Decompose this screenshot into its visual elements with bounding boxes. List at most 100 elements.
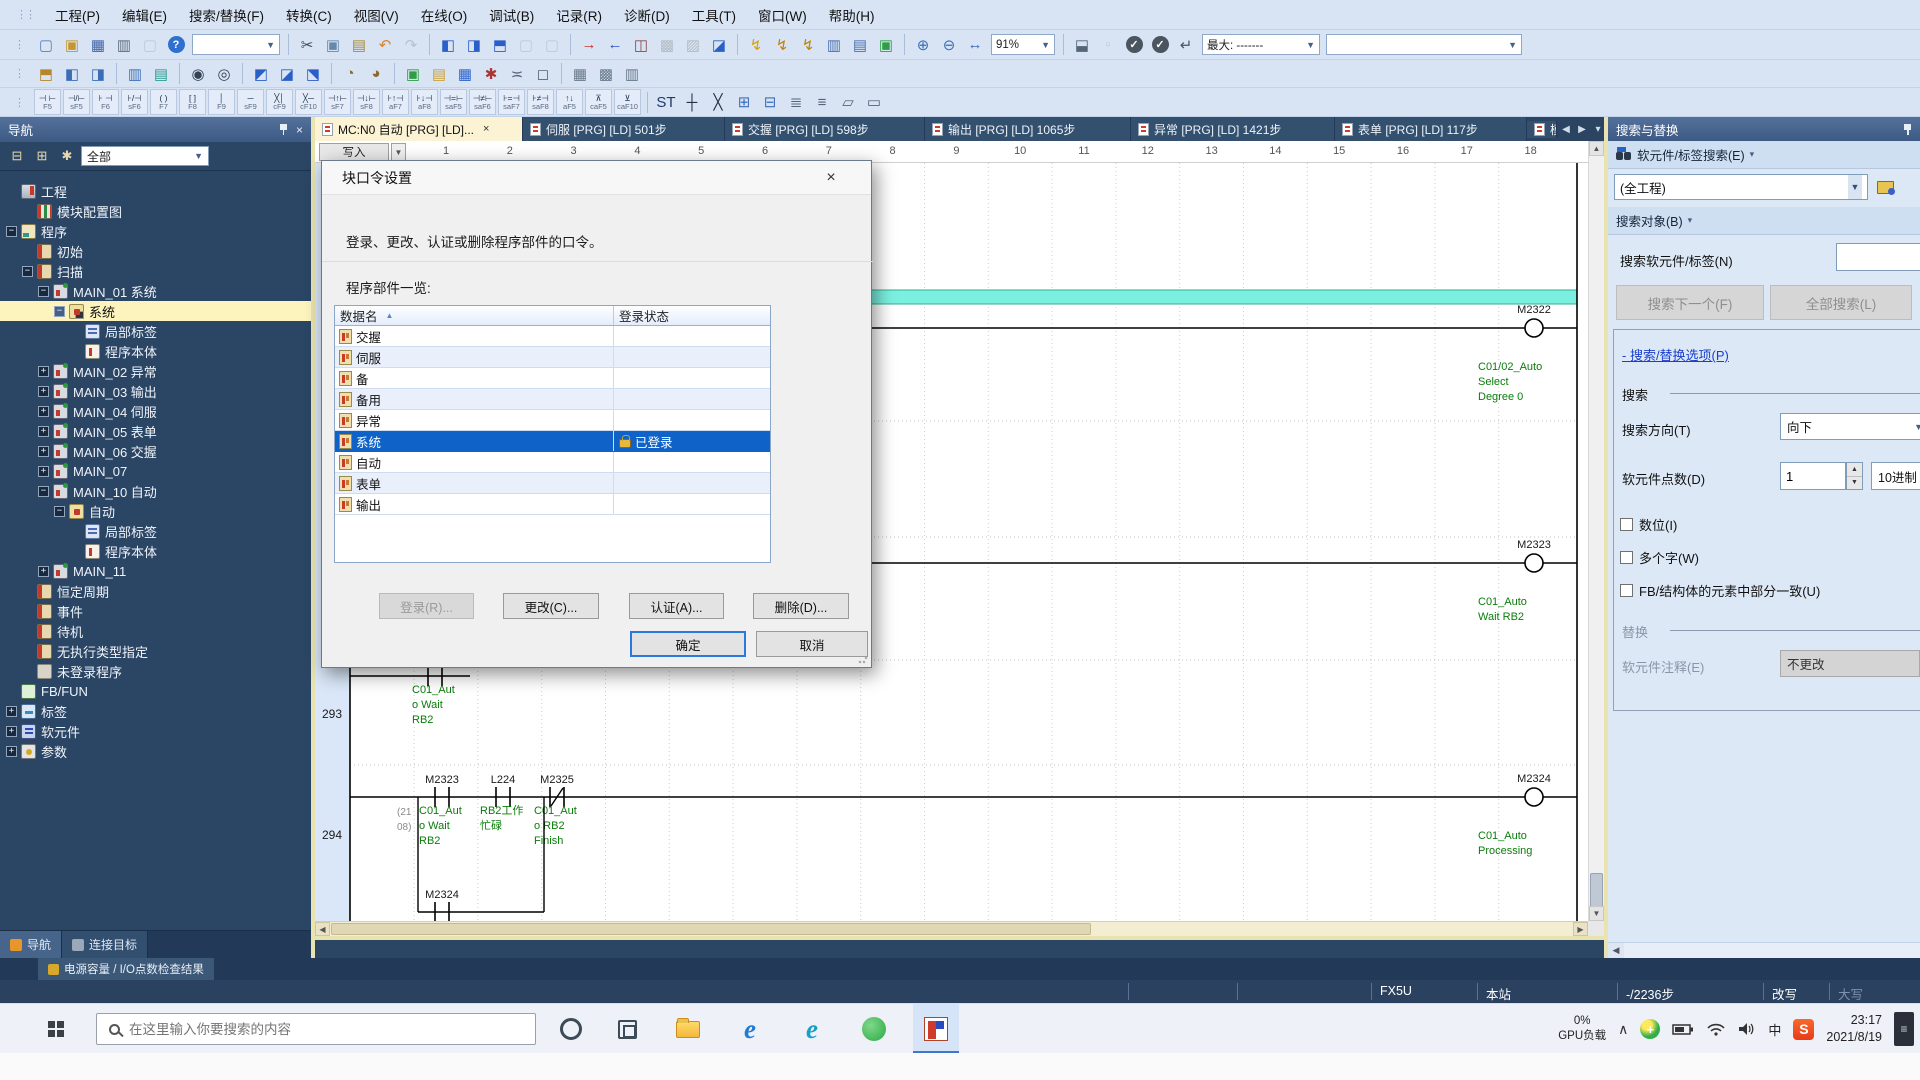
program-row-系统[interactable]: 系统已登录 — [335, 431, 770, 452]
taskbar-app-internet-explorer[interactable]: e — [727, 1004, 773, 1054]
scroll-left-icon[interactable]: ◀ — [315, 922, 330, 936]
read-from-plc-icon[interactable]: ← — [603, 33, 627, 57]
scale-icon[interactable]: ≍ — [505, 62, 529, 86]
menu-item-6[interactable]: 在线(O) — [410, 1, 479, 29]
direction-combo[interactable]: 向下▼ — [1780, 413, 1920, 440]
ladder-symbol-caF10[interactable]: ⊻caF10 — [614, 89, 641, 115]
grid-1-icon[interactable]: ▦ — [568, 62, 592, 86]
wifi-icon[interactable] — [1706, 1022, 1726, 1036]
statement-icon[interactable]: ≡ — [810, 90, 834, 114]
taskbar-app-file-explorer[interactable] — [665, 1004, 711, 1054]
check-program-icon[interactable]: ✓ — [1122, 33, 1146, 57]
device-display-3-icon[interactable]: ⬒ — [488, 33, 512, 57]
zoom-doc-icon[interactable]: ◻ — [531, 62, 555, 86]
plus-expander-icon[interactable]: + — [6, 726, 17, 737]
search-scope-combo[interactable]: (全工程)▼ — [1614, 174, 1868, 200]
comment-icon[interactable]: ≣ — [784, 90, 808, 114]
ladder-symbol-saF5[interactable]: ⊣=⊢saF5 — [440, 89, 467, 115]
search-mode-button[interactable]: 软元件/标签搜索(E)▾ — [1608, 141, 1920, 169]
monitor-2-icon[interactable]: ▨ — [681, 33, 705, 57]
tree-item-未登录程序[interactable]: 未登录程序 — [0, 661, 311, 681]
ladder-mode-combo[interactable]: 写入 — [319, 143, 389, 161]
tree-item-MAIN_07[interactable]: +MAIN_07 — [0, 461, 311, 481]
menu-item-12[interactable]: 帮助(H) — [818, 1, 886, 29]
menu-item-11[interactable]: 窗口(W) — [747, 1, 818, 29]
ladder-symbol-aF8[interactable]: ⊦↓⊣aF8 — [411, 89, 438, 115]
watch-stop-icon[interactable]: ◕ — [364, 62, 388, 86]
save-icon[interactable]: ▦ — [86, 33, 110, 57]
new-icon[interactable]: ▢ — [34, 33, 58, 57]
ladder-symbol-sF8[interactable]: ⊣↓⊢sF8 — [353, 89, 380, 115]
menu-item-1[interactable]: 工程(P) — [44, 1, 111, 29]
menu-item-8[interactable]: 记录(R) — [545, 1, 613, 29]
ladder-symbol-sF7[interactable]: ⊣↑⊢sF7 — [324, 89, 351, 115]
checkbox-icon[interactable] — [1620, 518, 1633, 531]
device-comment-icon[interactable]: ◩ — [249, 62, 273, 86]
write-to-plc-icon[interactable]: → — [577, 33, 601, 57]
tree-item-MAIN_06 交握[interactable]: +MAIN_06 交握 — [0, 441, 311, 461]
ladder-symbol-saF6[interactable]: ⊣≠⊢saF6 — [469, 89, 496, 115]
panel-horizontal-scrollbar[interactable]: ◀ — [1608, 942, 1920, 958]
close-tab-icon[interactable]: × — [483, 123, 489, 135]
tree-item-模块配置图[interactable]: 模块配置图 — [0, 201, 311, 221]
tab-overflow[interactable]: 模 — [1527, 121, 1557, 138]
print-icon[interactable]: ▥ — [112, 33, 136, 57]
delete-wire-icon[interactable]: ╳ — [706, 90, 730, 114]
ime-indicator[interactable]: 中 — [1768, 1020, 1781, 1039]
tree-item-标签[interactable]: +标签 — [0, 701, 311, 721]
cross-reference-icon[interactable]: ▥ — [123, 62, 147, 86]
note-icon[interactable]: ▱ — [836, 90, 860, 114]
plus-expander-icon[interactable]: + — [38, 386, 49, 397]
editor-tab-6[interactable]: 表单 [PRG] [LD] 117步 — [1335, 117, 1527, 141]
delete-button[interactable]: 删除(D)... — [753, 593, 849, 619]
minus-expander-icon[interactable]: − — [6, 226, 17, 237]
window-1-icon[interactable]: ▥ — [822, 33, 846, 57]
window-2-icon[interactable]: ▤ — [848, 33, 872, 57]
sogou-icon[interactable]: S — [1793, 1019, 1814, 1040]
tab-list-icon[interactable]: ▾ — [1591, 120, 1605, 138]
checkbox-option-3[interactable]: FB/结构体的元素中部分一致(U) — [1620, 581, 1820, 600]
ladder-symbol-F9[interactable]: │F9 — [208, 89, 235, 115]
horizontal-scrollbar[interactable]: ◀ ▶ — [315, 921, 1588, 936]
max-combo[interactable]: 最大: -------▼ — [1202, 34, 1320, 55]
device-comment-combo[interactable]: 不更改 — [1780, 650, 1920, 677]
resize-grip[interactable] — [858, 654, 868, 664]
insert-row-icon[interactable]: ⊞ — [732, 90, 756, 114]
find-input[interactable]: ˅ — [1836, 243, 1920, 271]
table-header[interactable]: 数据名▲ 登录状态 — [335, 306, 770, 326]
find-device-icon[interactable]: ◉ — [186, 62, 210, 86]
redo-icon[interactable]: ↷ — [399, 33, 423, 57]
tree-item-FB/FUN[interactable]: FB/FUN — [0, 681, 311, 701]
minus-expander-icon[interactable]: − — [54, 306, 65, 317]
checkbox-option-1[interactable]: 数位(I) — [1620, 515, 1677, 534]
device-list-icon[interactable]: ▤ — [149, 62, 173, 86]
program-row-输出[interactable]: 输出 — [335, 494, 770, 515]
delete-row-icon[interactable]: ⊟ — [758, 90, 782, 114]
collapse-all-icon[interactable]: ⊟ — [6, 145, 28, 167]
tree-item-参数[interactable]: +参数 — [0, 741, 311, 761]
ladder-symbol-sF5[interactable]: ⊣/⊢sF5 — [63, 89, 90, 115]
find-next-button[interactable]: 搜索下一个(F) — [1616, 285, 1764, 320]
plus-expander-icon[interactable]: + — [38, 566, 49, 577]
tree-item-程序[interactable]: −程序 — [0, 221, 311, 241]
menu-item-2[interactable]: 编辑(E) — [111, 1, 178, 29]
panel-tab-导航[interactable]: 导航 — [0, 931, 62, 958]
note-edit-icon[interactable]: ▤ — [427, 62, 451, 86]
check-parameter-icon[interactable]: ✓ — [1148, 33, 1172, 57]
ladder-symbol-saF7[interactable]: ⊦=⊣saF7 — [498, 89, 525, 115]
device-display-2-icon[interactable]: ◨ — [462, 33, 486, 57]
menu-item-4[interactable]: 转换(C) — [275, 1, 343, 29]
pin-icon[interactable] — [1903, 124, 1912, 135]
watch-start-icon[interactable]: ◔ — [338, 62, 362, 86]
window-split-icon[interactable]: ◨ — [86, 62, 110, 86]
editor-tab-3[interactable]: 交握 [PRG] [LD] 598步 — [725, 117, 925, 141]
doc-1-icon[interactable]: ▢ — [514, 33, 538, 57]
tree-item-无执行类型指定[interactable]: 无执行类型指定 — [0, 641, 311, 661]
search-input[interactable] — [129, 1022, 509, 1037]
search-target-button[interactable]: 搜索对象(B)▾ — [1608, 207, 1920, 235]
find-all-button[interactable]: 全部搜索(L) — [1770, 285, 1912, 320]
zoom-combo[interactable]: 91%▼ — [991, 34, 1055, 55]
menu-item-9[interactable]: 诊断(D) — [613, 1, 681, 29]
tree-item-工程[interactable]: 工程 — [0, 181, 311, 201]
doc-2-icon[interactable]: ▢ — [540, 33, 564, 57]
